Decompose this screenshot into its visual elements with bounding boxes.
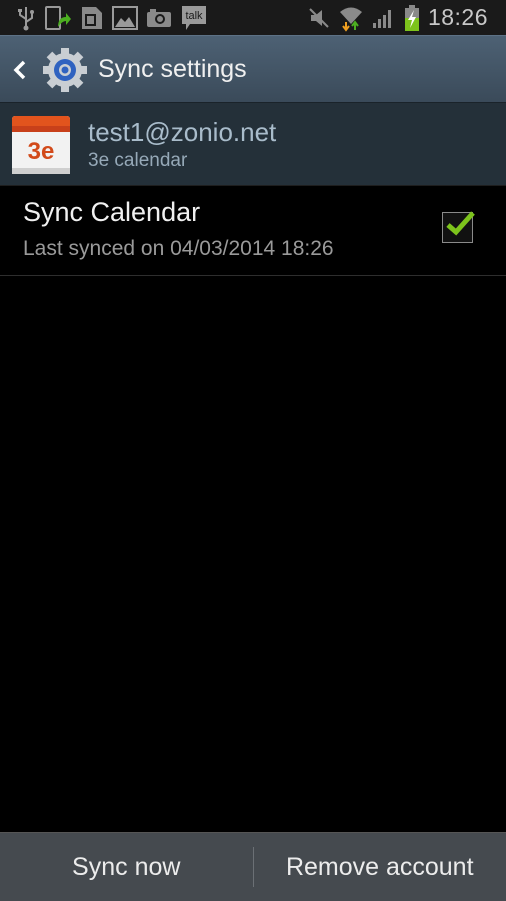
camera-icon [146, 5, 172, 31]
talk-icon: talk [180, 5, 208, 31]
status-bar: talk 18:26 [0, 0, 506, 35]
calendar-app-icon: 3e [10, 112, 72, 176]
sd-card-icon [80, 5, 104, 31]
sync-calendar-item[interactable]: Sync Calendar Last synced on 04/03/2014 … [0, 185, 506, 276]
svg-text:talk: talk [185, 10, 203, 22]
clock: 18:26 [428, 4, 488, 31]
gallery-icon [112, 5, 138, 31]
remove-account-button[interactable]: Remove account [254, 833, 506, 901]
account-header: 3e test1@zonio.net 3e calendar [0, 102, 506, 186]
account-email: test1@zonio.net [88, 116, 276, 148]
sync-now-button[interactable]: Sync now [0, 833, 253, 901]
settings-gear-icon[interactable] [42, 47, 88, 93]
back-arrow-icon [12, 59, 28, 81]
page-title: Sync settings [98, 55, 247, 84]
sync-item-last-synced: Last synced on 04/03/2014 18:26 [23, 237, 334, 261]
usb-icon [16, 5, 36, 31]
action-bar: Sync settings [0, 35, 506, 103]
battery-charging-icon [404, 5, 420, 31]
checkmark-icon [443, 209, 479, 239]
sync-item-title: Sync Calendar [23, 197, 200, 228]
phone-transfer-icon [44, 5, 72, 31]
signal-icon [372, 5, 396, 31]
mute-icon [308, 5, 330, 31]
back-button[interactable] [2, 36, 38, 103]
account-type: 3e calendar [88, 150, 276, 172]
bottom-action-bar: Sync now Remove account [0, 832, 506, 901]
wifi-icon [338, 5, 364, 31]
sync-calendar-checkbox[interactable] [442, 212, 473, 243]
svg-text:3e: 3e [28, 138, 55, 165]
